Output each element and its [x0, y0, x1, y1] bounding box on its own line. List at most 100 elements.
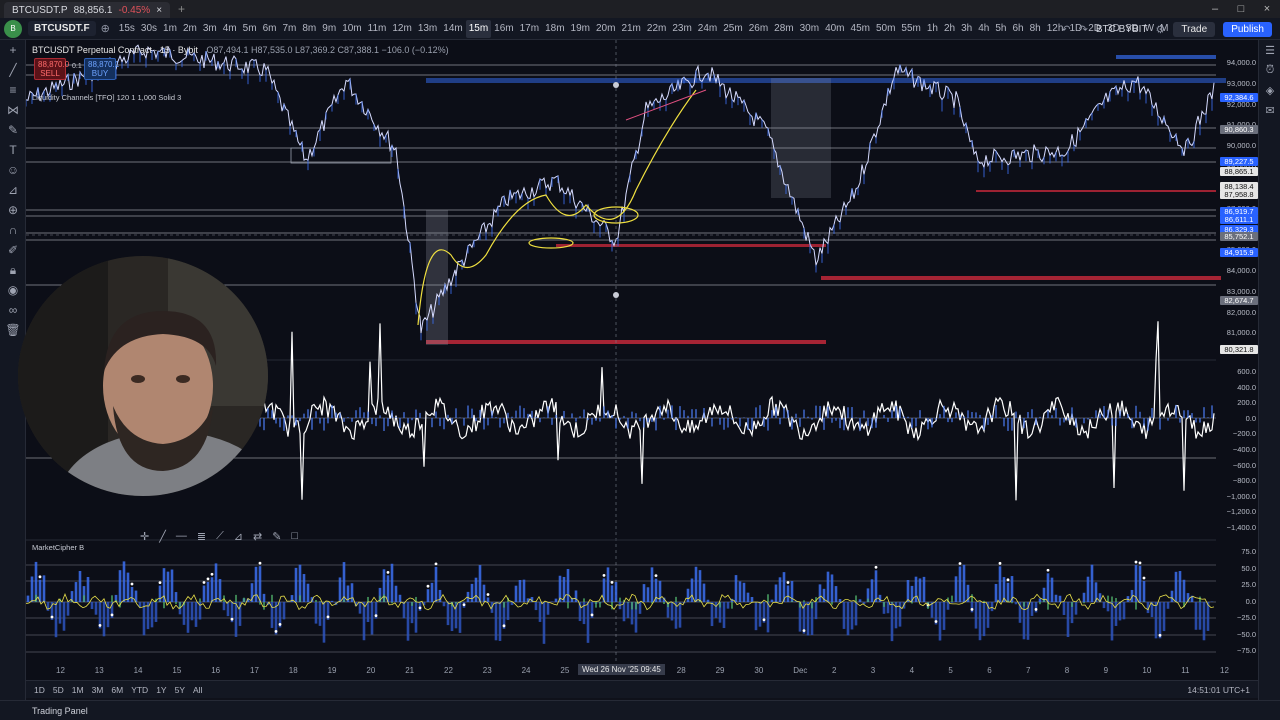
range-5Y[interactable]: 5Y	[175, 685, 185, 695]
interval-18m[interactable]: 18m	[542, 20, 567, 38]
interval-9m[interactable]: 9m	[319, 20, 339, 38]
interval-8h[interactable]: 8h	[1027, 20, 1044, 38]
eye-icon[interactable]: ◉	[0, 280, 26, 300]
interval-20m[interactable]: 20m	[593, 20, 618, 38]
interval-4m[interactable]: 4m	[220, 20, 240, 38]
interval-3m[interactable]: 3m	[200, 20, 220, 38]
interval-22m[interactable]: 22m	[644, 20, 669, 38]
fib-icon[interactable]: ≣	[197, 530, 206, 543]
trendline-icon[interactable]: ╱	[159, 530, 166, 543]
interval-13m[interactable]: 13m	[415, 20, 440, 38]
layers-icon[interactable]: ◈	[1259, 80, 1280, 100]
interval-25m[interactable]: 25m	[720, 20, 745, 38]
emoji-icon[interactable]: ☺	[0, 160, 26, 180]
interval-30s[interactable]: 30s	[138, 20, 160, 38]
trendline-icon[interactable]: ╱	[0, 60, 26, 80]
interval-2h[interactable]: 2h	[941, 20, 958, 38]
interval-4h[interactable]: 4h	[975, 20, 992, 38]
redo-icon[interactable]: ↷	[1079, 23, 1088, 36]
link-icon[interactable]: ∞	[0, 300, 26, 320]
add-symbol-icon[interactable]: ⊕	[101, 22, 110, 35]
chat-icon[interactable]: ✉	[1259, 100, 1280, 120]
range-5D[interactable]: 5D	[53, 685, 64, 695]
range-All[interactable]: All	[193, 685, 202, 695]
pattern-icon[interactable]: ⋈	[0, 100, 26, 120]
range-YTD[interactable]: YTD	[131, 685, 148, 695]
interval-26m[interactable]: 26m	[746, 20, 771, 38]
zoom-icon[interactable]: ⊕	[0, 200, 26, 220]
interval-28m[interactable]: 28m	[771, 20, 796, 38]
interval-11m[interactable]: 11m	[365, 20, 390, 38]
interval-5h[interactable]: 5h	[992, 20, 1009, 38]
text-icon[interactable]: T	[0, 140, 26, 160]
trash-icon[interactable]: 🗑︎	[0, 320, 26, 340]
rectangle-icon[interactable]: □	[291, 530, 298, 542]
interval-1m[interactable]: 1m	[160, 20, 180, 38]
alerts-icon[interactable]: ⏰︎	[1259, 60, 1280, 80]
user-avatar[interactable]: B	[4, 19, 22, 38]
interval-15s[interactable]: 15s	[116, 20, 138, 38]
range-1M[interactable]: 1M	[72, 685, 84, 695]
brush-icon[interactable]: ✎	[0, 120, 26, 140]
mcb-dot	[934, 620, 938, 623]
publish-button[interactable]: Publish	[1223, 21, 1272, 37]
measure-icon[interactable]: ⊿	[234, 530, 243, 543]
new-tab-button[interactable]: +	[178, 2, 185, 16]
watchlist-icon[interactable]: ☰	[1259, 40, 1280, 60]
maximize-icon[interactable]: □	[1228, 0, 1254, 18]
undo-icon[interactable]: ↶	[1061, 23, 1070, 36]
interval-55m[interactable]: 55m	[898, 20, 923, 38]
trading-panel-tab[interactable]: Trading Panel	[32, 706, 88, 716]
range-1Y[interactable]: 1Y	[156, 685, 166, 695]
interval-6m[interactable]: 6m	[260, 20, 280, 38]
interval-14m[interactable]: 14m	[440, 20, 465, 38]
interval-7m[interactable]: 7m	[279, 20, 299, 38]
interval-15m[interactable]: 15m	[465, 19, 492, 38]
interval-50m[interactable]: 50m	[873, 20, 898, 38]
interval-12m[interactable]: 12m	[389, 20, 414, 38]
broker-selector[interactable]: BTC BYBIT	[1096, 24, 1148, 35]
interval-24m[interactable]: 24m	[695, 20, 720, 38]
time-axis[interactable]: 12131415161718192021222324252627282930De…	[26, 664, 1236, 678]
interval-45m[interactable]: 45m	[848, 20, 873, 38]
crosshair-icon[interactable]: ✛	[140, 530, 149, 543]
pattern-icon[interactable]: ⇄	[253, 530, 262, 543]
buy-button[interactable]: 88,870.1 BUY	[84, 58, 119, 80]
interval-16m[interactable]: 16m	[491, 20, 516, 38]
pencil-icon[interactable]: ✐	[0, 240, 26, 260]
clock[interactable]: 14:51:01 UTC+1	[1187, 685, 1250, 695]
sell-button[interactable]: 88,870.0 SELL	[34, 58, 69, 80]
pencil-icon[interactable]: ✎	[272, 530, 281, 543]
interval-1h[interactable]: 1h	[924, 20, 941, 38]
interval-23m[interactable]: 23m	[669, 20, 694, 38]
interval-17m[interactable]: 17m	[517, 20, 542, 38]
brush-icon[interactable]: ⟋	[216, 530, 224, 543]
ruler-icon[interactable]: ⊿	[0, 180, 26, 200]
browser-tab[interactable]: BTCUSDT.P 88,856.1 -0.45% ×	[4, 2, 171, 18]
hline-icon[interactable]: —	[176, 530, 187, 542]
close-window-icon[interactable]: ×	[1254, 0, 1280, 18]
range-3M[interactable]: 3M	[92, 685, 104, 695]
toolbar-right: ↶ ↷ BTC BYBIT ⚙ Trade Publish	[1061, 18, 1272, 40]
symbol-search-button[interactable]: BTCUSDT.F	[28, 21, 96, 36]
interval-3h[interactable]: 3h	[958, 20, 975, 38]
minimize-icon[interactable]: –	[1202, 0, 1228, 18]
interval-40m[interactable]: 40m	[822, 20, 847, 38]
interval-6h[interactable]: 6h	[1010, 20, 1027, 38]
crosshair-icon[interactable]: +	[0, 40, 26, 60]
range-6M[interactable]: 6M	[111, 685, 123, 695]
trade-button[interactable]: Trade	[1173, 21, 1216, 37]
interval-5m[interactable]: 5m	[240, 20, 260, 38]
interval-2m[interactable]: 2m	[180, 20, 200, 38]
interval-10m[interactable]: 10m	[339, 20, 364, 38]
interval-30m[interactable]: 30m	[797, 20, 822, 38]
close-icon[interactable]: ×	[156, 5, 162, 16]
magnet-icon[interactable]: ∩	[0, 220, 26, 240]
range-1D[interactable]: 1D	[34, 685, 45, 695]
interval-21m[interactable]: 21m	[618, 20, 643, 38]
interval-8m[interactable]: 8m	[299, 20, 319, 38]
lock-icon[interactable]: 🔒︎	[0, 260, 26, 280]
settings-icon[interactable]: ⚙	[1156, 23, 1166, 36]
interval-19m[interactable]: 19m	[568, 20, 593, 38]
fib-icon[interactable]: ≡	[0, 80, 26, 100]
